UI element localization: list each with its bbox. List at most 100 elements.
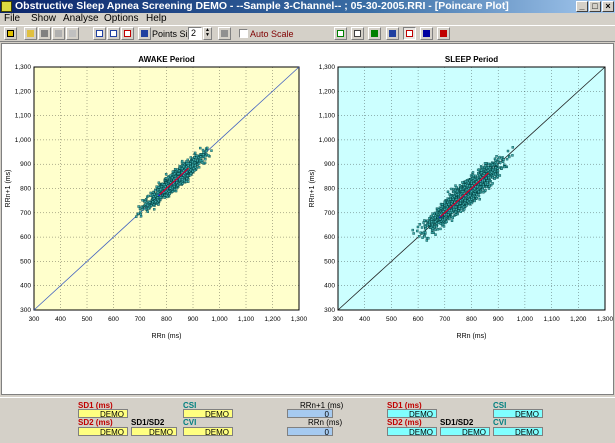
data-point bbox=[180, 176, 184, 179]
open-button[interactable] bbox=[24, 27, 37, 40]
menu-help[interactable]: Help bbox=[146, 13, 167, 25]
data-point bbox=[182, 165, 186, 169]
data-point bbox=[443, 201, 446, 205]
awake-y-tick-label: 700 bbox=[20, 210, 31, 217]
data-point bbox=[180, 159, 184, 163]
data-point bbox=[470, 198, 473, 201]
view-rr-button[interactable] bbox=[334, 27, 347, 40]
sleep-x-tick-label: 1,000 bbox=[517, 316, 534, 323]
cursor-rrn-label: RRn (ms) bbox=[308, 418, 343, 427]
data-point bbox=[164, 194, 168, 197]
data-point bbox=[484, 181, 487, 185]
data-point bbox=[505, 157, 509, 161]
menu-analyse[interactable]: Analyse bbox=[63, 13, 99, 25]
data-point bbox=[199, 146, 202, 150]
data-point bbox=[482, 185, 485, 188]
sleep-x-tick-label: 1,200 bbox=[570, 316, 587, 323]
data-point bbox=[501, 160, 505, 163]
data-point bbox=[424, 231, 427, 234]
data-point bbox=[411, 228, 415, 232]
autoscale-checkbox[interactable] bbox=[239, 29, 248, 38]
copy-button[interactable] bbox=[218, 27, 231, 40]
awake-csi-value: DEMO bbox=[183, 409, 233, 419]
sleep-sd2-value: DEMO bbox=[387, 427, 437, 437]
data-point bbox=[488, 176, 492, 179]
data-point bbox=[452, 205, 456, 209]
awake-x-tick-label: 600 bbox=[108, 316, 119, 323]
data-point bbox=[477, 194, 481, 198]
data-point bbox=[471, 177, 475, 180]
data-point bbox=[485, 185, 488, 189]
view-trend-button[interactable] bbox=[437, 27, 450, 40]
view-histogram-button[interactable] bbox=[386, 27, 399, 40]
data-point bbox=[135, 215, 138, 218]
view-grid-button[interactable] bbox=[351, 27, 364, 40]
data-point bbox=[498, 155, 501, 159]
data-point bbox=[455, 186, 458, 189]
awake-y-tick-label: 1,200 bbox=[15, 88, 32, 95]
points-size-spinner[interactable]: ▲ ▼ bbox=[203, 27, 212, 40]
print-button[interactable] bbox=[52, 27, 65, 40]
cursor-rrn1-value: 0 bbox=[287, 409, 333, 419]
data-point bbox=[461, 190, 465, 193]
data-point bbox=[176, 172, 180, 175]
preview-button[interactable] bbox=[66, 27, 79, 40]
data-point bbox=[178, 177, 181, 181]
data-point bbox=[474, 174, 477, 178]
data-point bbox=[479, 182, 482, 186]
awake-y-tick-label: 600 bbox=[20, 234, 31, 241]
check-icon bbox=[124, 30, 131, 37]
maximize-button[interactable]: □ bbox=[589, 1, 601, 12]
menu-options[interactable]: Options bbox=[104, 13, 138, 25]
data-point bbox=[169, 174, 172, 177]
points-size-input[interactable]: 2 bbox=[188, 27, 202, 40]
table-button[interactable] bbox=[107, 27, 120, 40]
sleep-y-tick-label: 400 bbox=[324, 283, 335, 290]
sleep-x-tick-label: 400 bbox=[359, 316, 370, 323]
sleep-x-tick-label: 1,300 bbox=[597, 316, 613, 323]
check-button[interactable] bbox=[121, 27, 134, 40]
menu-show[interactable]: Show bbox=[31, 13, 56, 25]
data-point bbox=[500, 156, 503, 160]
points-size-icon-button bbox=[138, 27, 151, 40]
data-point bbox=[141, 208, 144, 211]
data-point bbox=[503, 165, 506, 169]
data-point bbox=[457, 209, 460, 212]
data-point bbox=[487, 187, 491, 190]
view-poincare-button[interactable] bbox=[403, 27, 416, 40]
statistics-panel: SD1 (ms) DEMO SD2 (ms) DEMO SD1/SD2 DEMO… bbox=[0, 397, 615, 443]
data-point bbox=[186, 162, 190, 165]
data-point bbox=[423, 219, 426, 222]
view-ecg-button[interactable] bbox=[368, 27, 381, 40]
exit-button[interactable] bbox=[4, 27, 17, 40]
save-button[interactable] bbox=[38, 27, 51, 40]
data-point bbox=[476, 185, 479, 189]
data-point bbox=[475, 193, 478, 196]
data-point bbox=[139, 210, 142, 213]
data-point bbox=[199, 159, 203, 163]
disk-icon bbox=[41, 30, 48, 37]
data-point bbox=[486, 179, 489, 183]
awake-x-tick-label: 800 bbox=[161, 316, 172, 323]
data-point bbox=[191, 160, 194, 164]
data-point bbox=[450, 219, 454, 222]
data-point bbox=[495, 155, 498, 158]
minimize-button[interactable]: _ bbox=[576, 1, 588, 12]
menu-file[interactable]: File bbox=[4, 13, 20, 25]
data-point bbox=[181, 182, 184, 185]
data-point bbox=[205, 149, 208, 153]
data-point bbox=[455, 202, 459, 206]
data-point bbox=[424, 227, 428, 230]
data-point bbox=[152, 208, 156, 211]
close-button[interactable]: × bbox=[602, 1, 614, 12]
data-point bbox=[156, 191, 160, 194]
data-point bbox=[457, 207, 461, 210]
report-button[interactable] bbox=[93, 27, 106, 40]
data-point bbox=[470, 181, 473, 185]
data-point bbox=[486, 182, 489, 186]
view-spectrum-button[interactable] bbox=[420, 27, 433, 40]
awake-y-tick-label: 400 bbox=[20, 283, 31, 290]
data-point bbox=[477, 173, 481, 177]
sleep-y-tick-label: 1,200 bbox=[319, 88, 336, 95]
data-point bbox=[441, 222, 445, 226]
